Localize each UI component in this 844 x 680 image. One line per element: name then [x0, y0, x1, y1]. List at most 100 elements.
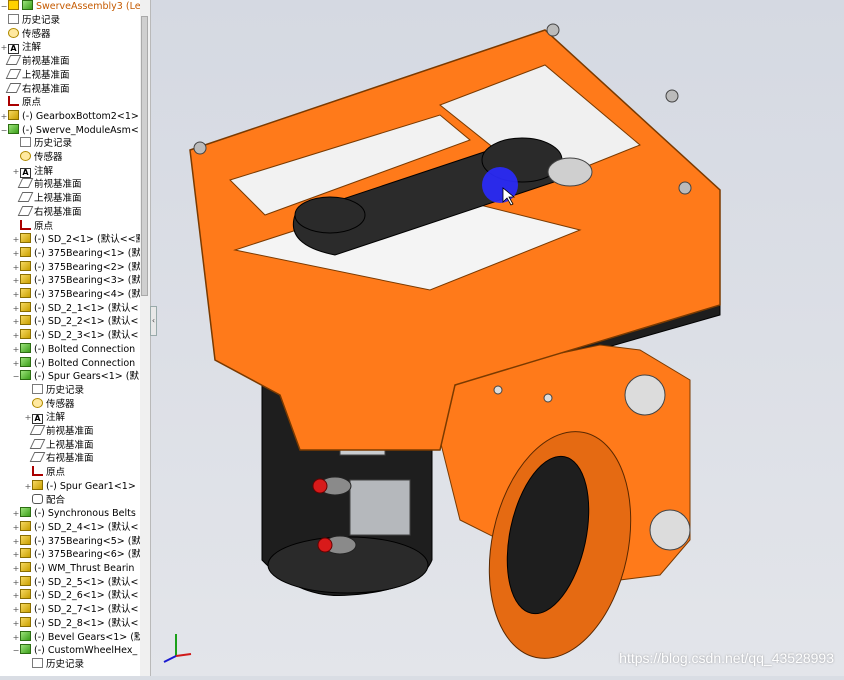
tree-root[interactable]: − SwerveAssembly3 (Levelc: [0, 0, 140, 14]
expand-toggle[interactable]: +: [12, 562, 20, 576]
tree-item[interactable]: + (-) SD_2<1> (默认<<默: [12, 233, 141, 247]
tree-item[interactable]: 上视基准面: [24, 438, 94, 453]
pneumatic-block: [349, 479, 411, 536]
graphics-viewport[interactable]: [151, 0, 844, 676]
expand-toggle[interactable]: +: [12, 302, 20, 316]
feature-manager-tree[interactable]: −SwerveAssembly3 (Levelc 历史记录传感器+A注解前视基准…: [0, 0, 141, 676]
tree-item[interactable]: + (-) WM_Thrust Bearin: [12, 562, 134, 576]
expand-toggle[interactable]: −: [0, 0, 8, 14]
tree-item[interactable]: + (-) Synchronous Belts: [12, 507, 136, 521]
tree-item[interactable]: 历史记录: [24, 657, 84, 672]
tree-item[interactable]: 配合: [24, 493, 65, 508]
expand-toggle[interactable]: +: [12, 261, 20, 275]
part-icon: [20, 575, 31, 586]
expand-toggle[interactable]: +: [12, 589, 20, 603]
tree-item[interactable]: + (-) 375Bearing<6> (默: [12, 548, 140, 562]
tree-item[interactable]: + (-) SD_2_6<1> (默认<: [12, 589, 138, 603]
assembly-icon: [20, 507, 31, 518]
tree-item-label: (-) SD_2<1> (默认<<默: [34, 234, 141, 246]
tree-item[interactable]: 传感器: [24, 397, 75, 412]
tree-item-label: (-) 375Bearing<4> (默: [34, 289, 141, 300]
plane-icon: [29, 425, 46, 435]
tree-item[interactable]: 传感器: [12, 151, 63, 165]
tree-item[interactable]: 历史记录: [12, 137, 72, 151]
tree-item[interactable]: 历史记录: [0, 14, 60, 28]
tree-item[interactable]: 前视基准面: [12, 178, 82, 192]
expand-toggle[interactable]: +: [12, 535, 20, 549]
expand-toggle[interactable]: +: [12, 548, 20, 562]
tree-item[interactable]: 右视基准面: [12, 205, 82, 220]
tree-item[interactable]: + (-) Bolted Connection: [12, 342, 135, 357]
expand-toggle[interactable]: +: [0, 41, 8, 55]
tree-item[interactable]: + (-) SD_2_5<1> (默认<: [12, 575, 139, 590]
tree-item[interactable]: + (-) GearboxBottom2<1>: [0, 109, 139, 124]
tree-item-label: (-) SD_2_2<1> (默认<: [34, 316, 139, 328]
expand-toggle[interactable]: +: [24, 411, 32, 425]
tree-item[interactable]: − (-) CustomWheelHex_: [12, 644, 137, 658]
tree-item[interactable]: + (-) 375Bearing<1> (默: [12, 246, 140, 261]
scrollbar-thumb[interactable]: [141, 16, 148, 296]
tree-item[interactable]: − (-) Swerve_ModuleAsm<: [0, 123, 139, 138]
tree-item-label: 注解: [22, 42, 42, 54]
expand-toggle[interactable]: −: [12, 644, 20, 658]
tree-item[interactable]: 前视基准面: [0, 55, 70, 69]
panel-collapse-handle[interactable]: ‹: [150, 306, 157, 336]
expand-toggle[interactable]: +: [12, 343, 20, 357]
frame-bolt-3: [678, 181, 692, 195]
tree-item[interactable]: 右视基准面: [0, 82, 70, 97]
tree-item[interactable]: 历史记录: [24, 383, 84, 398]
tree-item-label: 注解: [34, 165, 54, 177]
expand-toggle[interactable]: −: [12, 370, 20, 384]
expand-toggle[interactable]: +: [12, 631, 20, 645]
tree-item[interactable]: + (-) Bevel Gears<1> (默: [12, 630, 140, 645]
tree-item[interactable]: 原点: [24, 466, 65, 480]
frame-bolt-5: [493, 385, 503, 395]
tree-item[interactable]: + (-) 375Bearing<3> (默: [12, 274, 140, 288]
tree-item[interactable]: + A 注解: [24, 411, 65, 425]
part-icon: [20, 562, 31, 572]
tree-item[interactable]: + A 注解: [0, 41, 41, 55]
tree-item[interactable]: + (-) SD_2_8<1> (默认<: [12, 616, 138, 631]
expand-toggle[interactable]: +: [12, 603, 20, 617]
tree-item[interactable]: 上视基准面: [12, 192, 82, 206]
tree-item[interactable]: + (-) SD_2_4<1> (默认<: [12, 520, 138, 535]
expand-toggle[interactable]: +: [12, 288, 20, 302]
tree-item[interactable]: 上视基准面: [0, 68, 70, 83]
tree-item[interactable]: + (-) Bolted Connection: [12, 356, 135, 371]
expand-toggle[interactable]: +: [12, 329, 20, 343]
expand-toggle[interactable]: +: [12, 233, 20, 247]
tree-item[interactable]: + (-) Spur Gear1<1>: [24, 479, 136, 494]
assembly-model-render[interactable]: [151, 0, 844, 676]
tree-item[interactable]: 前视基准面: [24, 425, 94, 439]
origin-icon: [20, 219, 31, 230]
tree-scrollbar[interactable]: [140, 0, 151, 676]
expand-toggle[interactable]: +: [12, 576, 20, 590]
expand-toggle[interactable]: +: [12, 247, 20, 261]
tree-item[interactable]: + A 注解: [12, 165, 53, 179]
expand-toggle[interactable]: +: [12, 507, 20, 521]
tree-item[interactable]: + (-) SD_2_7<1> (默认<: [12, 603, 138, 617]
tree-item[interactable]: + (-) 375Bearing<2> (默: [12, 260, 140, 275]
expand-toggle[interactable]: −: [0, 124, 8, 138]
expand-toggle[interactable]: +: [12, 274, 20, 288]
expand-toggle[interactable]: +: [12, 357, 20, 371]
tree-item-label: (-) SD_2_5<1> (默认<: [34, 576, 139, 588]
tree-item[interactable]: 原点: [0, 96, 41, 110]
expand-toggle[interactable]: +: [24, 480, 32, 494]
expand-toggle[interactable]: +: [12, 521, 20, 535]
tree-item[interactable]: − (-) Spur Gears<1> (默: [12, 370, 139, 384]
tree-item[interactable]: + (-) SD_2_3<1> (默认<: [12, 329, 138, 343]
tree-item[interactable]: 原点: [12, 219, 53, 234]
tree-item[interactable]: + (-) SD_2_1<1> (默认<: [12, 301, 138, 316]
tree-item[interactable]: + (-) SD_2_2<1> (默认<: [12, 315, 138, 329]
tree-item[interactable]: + (-) 375Bearing<4> (默: [12, 288, 141, 302]
tree-item[interactable]: 右视基准面: [24, 452, 94, 466]
expand-toggle[interactable]: +: [12, 617, 20, 631]
expand-toggle[interactable]: +: [0, 110, 8, 124]
expand-toggle[interactable]: +: [12, 315, 20, 329]
tree-item-label: 注解: [46, 412, 66, 424]
tree-item[interactable]: 传感器: [0, 27, 51, 42]
tree-item[interactable]: + (-) 375Bearing<5> (默: [12, 534, 140, 549]
frame-bolt-6: [543, 393, 553, 403]
expand-toggle[interactable]: +: [12, 165, 20, 179]
